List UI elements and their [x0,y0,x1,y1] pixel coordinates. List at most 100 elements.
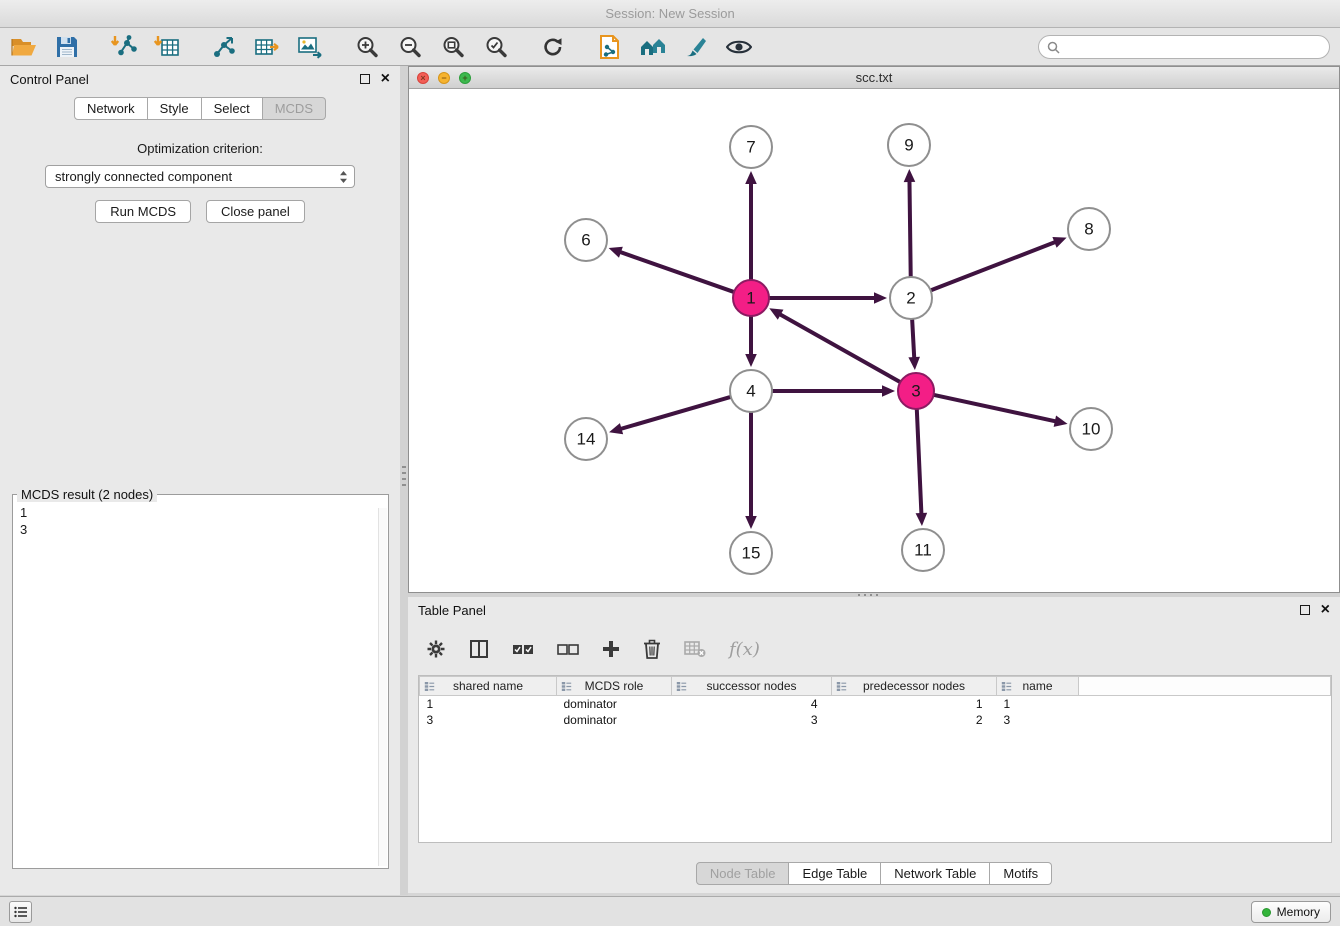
tab-style[interactable]: Style [148,97,202,120]
graph-node-1[interactable]: 1 [733,280,769,316]
node-table: shared nameMCDS rolesuccessor nodesprede… [418,675,1332,843]
close-panel-button[interactable]: Close panel [206,200,305,223]
column-header-mcds_role[interactable]: MCDS role [557,677,672,696]
function-builder-button[interactable]: f(x) [729,639,760,660]
zoom-in-button[interactable] [351,31,383,63]
graph-edge-arrowhead [882,385,895,397]
graph-edge[interactable] [618,251,736,292]
export-image-button[interactable] [294,31,326,63]
graph-node-6[interactable]: 6 [565,219,607,261]
graph-node-8[interactable]: 8 [1068,208,1110,250]
tab-node-table[interactable]: Node Table [696,862,790,885]
svg-text:15: 15 [742,544,761,563]
tab-edge-table[interactable]: Edge Table [789,862,881,885]
tab-select[interactable]: Select [202,97,263,120]
control-panel-header: Control Panel × [0,66,400,92]
float-panel-icon[interactable] [1300,605,1310,615]
table-panel-tabs: Node Table Edge Table Network Table Moti… [408,862,1340,885]
graph-node-9[interactable]: 9 [888,124,930,166]
memory-button[interactable]: Memory [1251,901,1331,923]
table-settings-button[interactable] [426,639,446,659]
mcds-result-list[interactable]: 1 3 [13,502,388,540]
graph-node-14[interactable]: 14 [565,418,607,460]
trash-icon [643,639,661,659]
cell-mcds_role: dominator [557,696,672,712]
tab-motifs[interactable]: Motifs [990,862,1052,885]
delete-table-button[interactable] [684,640,706,658]
graph-node-11[interactable]: 11 [902,529,944,571]
graph-node-2[interactable]: 2 [890,277,932,319]
graph-node-4[interactable]: 4 [730,370,772,412]
close-panel-icon[interactable]: × [1321,602,1330,618]
column-type-icon [424,681,435,695]
refresh-layout-button[interactable] [537,31,569,63]
svg-text:9: 9 [904,136,913,155]
table-row[interactable]: 1dominator411 [420,696,1331,712]
network-overview-button[interactable] [637,31,669,63]
close-window-button[interactable]: × [417,72,429,84]
column-header-shared_name[interactable]: shared name [420,677,557,696]
run-mcds-button[interactable]: Run MCDS [95,200,191,223]
show-column-button[interactable] [469,639,489,659]
graph-node-15[interactable]: 15 [730,532,772,574]
float-panel-icon[interactable] [360,74,370,84]
select-all-button[interactable] [512,642,534,656]
column-header-successor_nodes[interactable]: successor nodes [672,677,832,696]
svg-text:11: 11 [914,541,932,560]
tab-mcds[interactable]: MCDS [263,97,326,120]
delete-row-button[interactable] [643,639,661,659]
graph-edge[interactable] [778,313,902,383]
import-table-button[interactable] [151,31,183,63]
memory-label: Memory [1277,905,1320,919]
column-header-predecessor_nodes[interactable]: predecessor nodes [832,677,997,696]
panel-splitter-vertical[interactable] [400,66,408,895]
export-network-button[interactable] [208,31,240,63]
maximize-window-button[interactable]: + [459,72,471,84]
zoom-fit-button[interactable] [437,31,469,63]
save-session-button[interactable] [51,31,83,63]
open-folder-icon [11,36,37,58]
open-session-button[interactable] [8,31,40,63]
show-hide-graphics-button[interactable] [723,31,755,63]
save-disk-icon [56,36,78,58]
tab-network[interactable]: Network [74,97,148,120]
zoom-selected-button[interactable] [480,31,512,63]
import-network-button[interactable] [108,31,140,63]
table-row[interactable]: 3dominator323 [420,712,1331,728]
graph-node-7[interactable]: 7 [730,126,772,168]
column-header-name[interactable]: name [997,677,1079,696]
graph-edge[interactable] [929,241,1058,291]
search-box[interactable] [1038,35,1330,59]
column-type-icon [1001,681,1012,695]
graph-edge[interactable] [619,396,733,429]
mcds-result-line: 1 [20,504,381,521]
deselect-all-button[interactable] [557,642,579,656]
paste-network-button[interactable] [594,31,626,63]
zoom-in-icon [355,35,379,59]
optimization-criterion-dropdown[interactable]: strongly connected component [45,165,355,188]
search-input[interactable] [1066,40,1321,55]
result-scrollbar[interactable] [378,508,387,866]
table-panel-header: Table Panel × [408,597,1340,623]
graph-node-3[interactable]: 3 [898,373,934,409]
graph-edge-arrowhead [874,292,887,304]
zoom-out-button[interactable] [394,31,426,63]
graph-edge[interactable] [912,317,914,360]
network-window-titlebar[interactable]: × − + scc.txt [409,67,1339,89]
apply-style-button[interactable] [680,31,712,63]
network-canvas[interactable]: 7 9 6 8 1 2 4 3 14 10 15 11 [409,89,1339,592]
export-table-button[interactable] [251,31,283,63]
graph-edge[interactable] [917,407,922,516]
node-table-grid: shared nameMCDS rolesuccessor nodesprede… [419,676,1331,728]
graph-node-10[interactable]: 10 [1070,408,1112,450]
add-row-button[interactable] [602,640,620,658]
node-table-header-row: shared nameMCDS rolesuccessor nodesprede… [420,677,1331,696]
graph-edge[interactable] [932,394,1058,421]
minimize-window-button[interactable]: − [438,72,450,84]
mcds-buttons-row: Run MCDS Close panel [0,200,400,223]
window-titlebar: Session: New Session [0,0,1340,28]
tab-network-table[interactable]: Network Table [881,862,990,885]
close-panel-icon[interactable]: × [381,71,390,87]
task-history-button[interactable] [9,901,32,923]
graph-edge[interactable] [909,179,910,279]
